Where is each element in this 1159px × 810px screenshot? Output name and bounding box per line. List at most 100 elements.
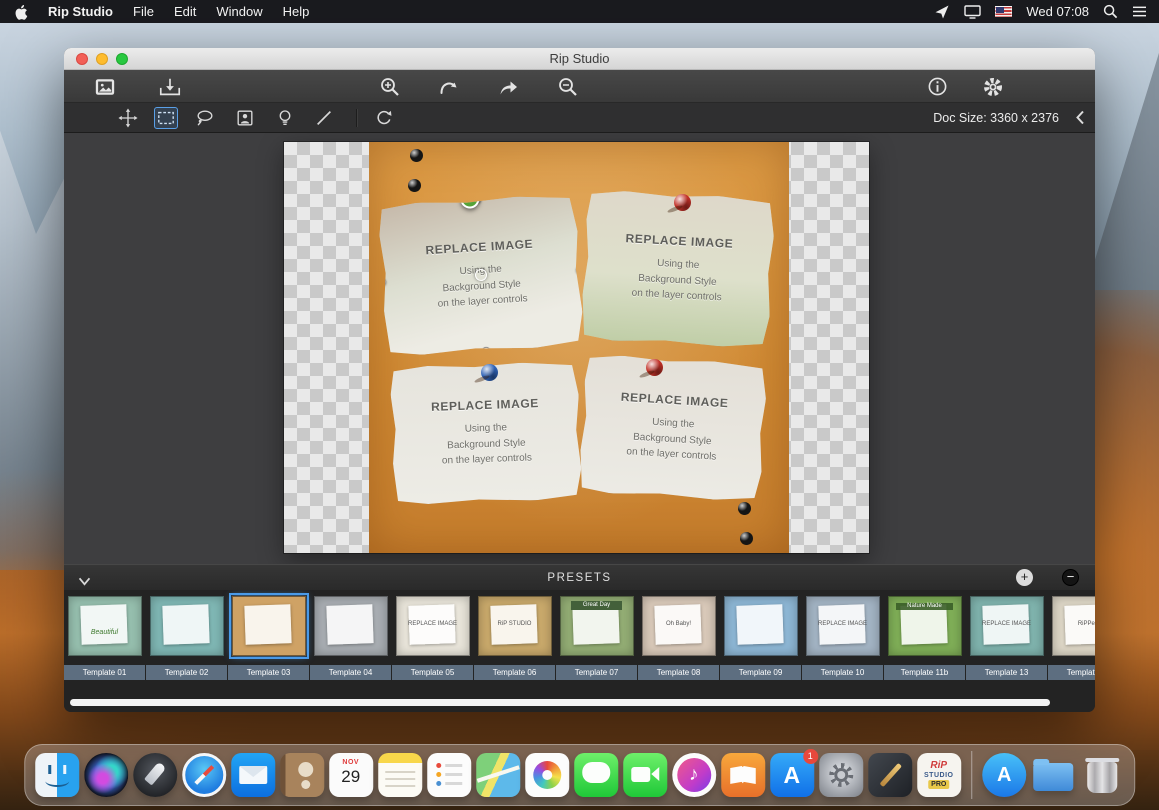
dock-mail-icon[interactable] xyxy=(231,753,275,797)
template-thumb[interactable]: REPLACE IMAGE Template 13 xyxy=(966,596,1047,694)
template-preview[interactable] xyxy=(150,596,224,656)
dock-books-icon[interactable] xyxy=(721,753,765,797)
gear-icon xyxy=(982,76,1004,98)
dock-maps-icon[interactable] xyxy=(476,753,520,797)
dock-messages-icon[interactable] xyxy=(574,753,618,797)
template-label: Template 05 xyxy=(392,665,473,680)
display-mirroring-icon[interactable] xyxy=(964,4,981,19)
marquee-select-tool[interactable] xyxy=(154,107,178,129)
template-preview[interactable]: REPLACE IMAGE xyxy=(396,596,470,656)
portrait-tool[interactable] xyxy=(233,107,257,129)
template-preview[interactable] xyxy=(314,596,388,656)
dock-calendar-icon[interactable]: NOV 29 xyxy=(329,753,373,797)
template-preview[interactable]: Beautiful xyxy=(68,596,142,656)
menu-window[interactable]: Window xyxy=(216,4,262,19)
template-scrollbar-thumb[interactable] xyxy=(70,699,1050,706)
import-tray-icon xyxy=(158,76,182,98)
menu-bar: Rip Studio File Edit Window Help Wed 07:… xyxy=(0,0,1159,23)
template-label: Template 08 xyxy=(638,665,719,680)
dock-system-preferences-icon[interactable] xyxy=(819,753,863,797)
location-arrow-icon[interactable] xyxy=(934,4,950,20)
template-thumb[interactable]: RiPPeD Template 14 xyxy=(1048,596,1095,694)
document[interactable]: REPLACE IMAGE Using the Background Style… xyxy=(284,142,869,553)
menu-file[interactable]: File xyxy=(133,4,154,19)
template-thumb[interactable]: REPLACE IMAGE Template 10 xyxy=(802,596,883,694)
lasso-tool[interactable] xyxy=(193,107,217,129)
template-label: Template 06 xyxy=(474,665,555,680)
dock-photos-icon[interactable] xyxy=(525,753,569,797)
notification-center-icon[interactable] xyxy=(1132,5,1147,18)
settings-button[interactable] xyxy=(980,74,1006,99)
window-title: Rip Studio xyxy=(64,48,1095,70)
dock-finder-icon[interactable] xyxy=(35,753,79,797)
line-tool[interactable] xyxy=(312,107,336,129)
template-thumb[interactable]: Oh Baby! Template 08 xyxy=(638,596,719,694)
template-thumb[interactable]: REPLACE IMAGE Template 05 xyxy=(392,596,473,694)
remove-preset-button[interactable]: − xyxy=(1062,569,1079,586)
add-preset-button[interactable]: + xyxy=(1016,569,1033,586)
template-thumb[interactable]: Template 09 xyxy=(720,596,801,694)
photo-layer-selected[interactable]: REPLACE IMAGE Using the Background Style… xyxy=(378,193,585,357)
app-store-badge: 1 xyxy=(803,749,818,764)
move-tool[interactable] xyxy=(116,107,140,129)
dock-facetime-icon[interactable] xyxy=(623,753,667,797)
template-thumb[interactable]: Template 02 xyxy=(146,596,227,694)
dock-rip-studio-pro-icon[interactable]: RiP STUDIO PRO xyxy=(917,753,961,797)
photo-layer[interactable]: REPLACE IMAGE Using the Background Style… xyxy=(580,189,776,349)
dock-downloads-folder-icon[interactable] xyxy=(1031,753,1075,797)
template-preview[interactable] xyxy=(724,596,798,656)
template-thumb[interactable]: Great Day Template 07 xyxy=(556,596,637,694)
template-preview[interactable]: RiPPeD xyxy=(1052,596,1096,656)
photo-layer[interactable]: REPLACE IMAGE Using the Background Style… xyxy=(578,354,768,503)
template-preview[interactable]: REPLACE IMAGE xyxy=(970,596,1044,656)
dock-safari-icon[interactable] xyxy=(182,753,226,797)
template-thumb[interactable]: Template 04 xyxy=(310,596,391,694)
dock-app-store-icon[interactable]: 1 xyxy=(770,753,814,797)
redo-button[interactable] xyxy=(495,74,521,99)
replace-image-label: REPLACE IMAGE xyxy=(425,237,533,258)
collapse-panel-chevron[interactable] xyxy=(1075,110,1085,130)
dock-contacts-icon[interactable] xyxy=(280,753,324,797)
undo-button[interactable] xyxy=(435,74,461,99)
template-scrollbar-track[interactable] xyxy=(64,694,1095,712)
zoom-in-icon xyxy=(379,76,401,98)
lighting-tool[interactable] xyxy=(273,107,297,129)
zoom-out-button[interactable] xyxy=(555,74,581,99)
menu-help[interactable]: Help xyxy=(283,4,310,19)
app-menu-title[interactable]: Rip Studio xyxy=(48,4,113,19)
menu-edit[interactable]: Edit xyxy=(174,4,196,19)
template-preview[interactable]: Nature Made xyxy=(888,596,962,656)
photo-layer[interactable]: REPLACE IMAGE Using the Background Style… xyxy=(390,361,583,505)
dock-itunes-icon[interactable] xyxy=(672,753,716,797)
dock-launchpad-icon[interactable] xyxy=(133,753,177,797)
template-thumb[interactable]: Nature Made Template 11b xyxy=(884,596,965,694)
move-icon xyxy=(118,108,138,128)
rotate-tool[interactable] xyxy=(372,107,396,129)
template-preview[interactable]: Great Day xyxy=(560,596,634,656)
apple-menu-icon[interactable] xyxy=(14,4,28,20)
rip-studio-window: Rip Studio xyxy=(64,48,1095,712)
window-titlebar[interactable]: Rip Studio xyxy=(64,48,1095,70)
spotlight-search-icon[interactable] xyxy=(1103,4,1118,19)
lasso-icon xyxy=(195,108,215,128)
import-button[interactable] xyxy=(157,74,183,99)
dock-design-tool-icon[interactable] xyxy=(868,753,912,797)
new-image-button[interactable] xyxy=(92,74,118,99)
template-preview[interactable]: RiP STUDIO xyxy=(478,596,552,656)
template-preview[interactable]: Oh Baby! xyxy=(642,596,716,656)
dock-siri-icon[interactable] xyxy=(84,753,128,797)
template-thumb[interactable]: RiP STUDIO Template 06 xyxy=(474,596,555,694)
zoom-in-button[interactable] xyxy=(377,74,403,99)
template-thumb-selected[interactable]: Template 03 xyxy=(228,596,309,694)
template-preview[interactable] xyxy=(232,596,306,656)
dock-notes-icon[interactable] xyxy=(378,753,422,797)
dock-reminders-icon[interactable] xyxy=(427,753,471,797)
us-flag-icon[interactable] xyxy=(995,6,1012,17)
template-preview[interactable]: REPLACE IMAGE xyxy=(806,596,880,656)
dock-app-store-alt-icon[interactable] xyxy=(982,753,1026,797)
dock-trash-icon[interactable] xyxy=(1080,753,1124,797)
info-button[interactable] xyxy=(924,74,950,99)
canvas-area[interactable]: REPLACE IMAGE Using the Background Style… xyxy=(64,133,1095,564)
menu-bar-clock[interactable]: Wed 07:08 xyxy=(1026,4,1089,19)
template-thumb[interactable]: Beautiful Template 01 xyxy=(64,596,145,694)
